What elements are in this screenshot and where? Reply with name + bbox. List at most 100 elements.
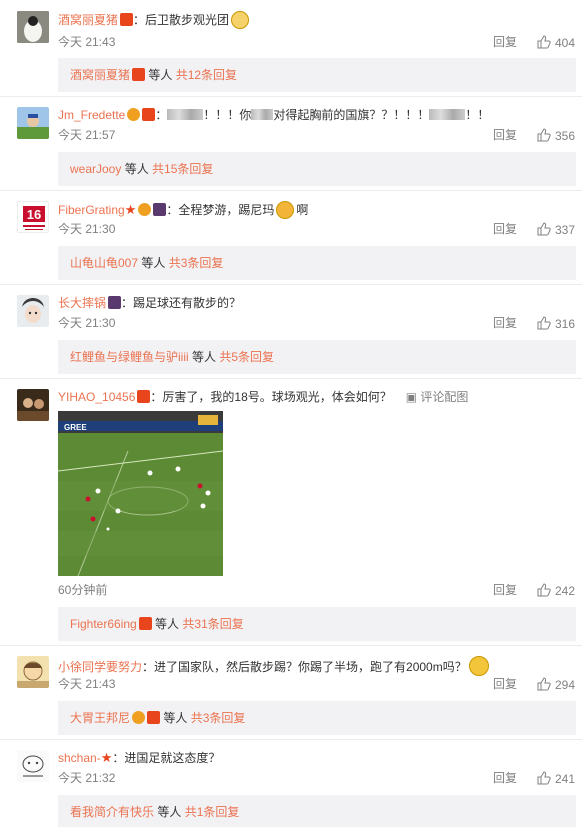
sub-reply-count[interactable]: 共3条回复 <box>169 256 224 270</box>
sub-reply-user[interactable]: 酒窝丽夏猪 <box>70 68 130 82</box>
username-link[interactable]: 长大摔锅 <box>58 296 106 310</box>
sub-replies-box[interactable]: wearJooy 等人 共15条回复 <box>58 152 576 186</box>
reply-button[interactable]: 回复 <box>493 128 517 142</box>
avatar[interactable] <box>17 107 49 139</box>
avatar-logo-text: 16 <box>27 207 41 222</box>
sub-replies-box[interactable]: 大胃王邦尼 等人 共3条回复 <box>58 701 576 735</box>
like-button[interactable]: 337 <box>537 222 575 237</box>
sub-reply-text: 等人 <box>121 162 153 176</box>
sub-reply-user[interactable]: wearJooy <box>70 162 121 176</box>
avatar[interactable] <box>17 295 49 327</box>
star-badge-icon: ★ <box>124 202 137 217</box>
sub-reply-text: 等人 <box>160 711 191 725</box>
thumbs-up-icon <box>537 771 551 785</box>
member-badge-icon <box>120 13 134 26</box>
like-button[interactable]: 316 <box>537 316 575 331</box>
sub-reply-count[interactable]: 共5条回复 <box>219 350 274 364</box>
divider <box>0 284 582 285</box>
username-link[interactable]: YIHAO_10456 <box>58 390 135 404</box>
member-badge-icon <box>138 617 152 630</box>
sub-reply-user[interactable]: Fighter66ing <box>70 617 137 631</box>
like-count: 242 <box>555 584 576 598</box>
sub-replies-box[interactable]: 酒窝丽夏猪 等人 共12条回复 <box>58 58 576 92</box>
sub-reply-user[interactable]: 大胃王邦尼 <box>70 711 130 725</box>
comment-line: FiberGrating★ ：全程梦游，踢尼玛 啊 <box>58 201 308 219</box>
censored-word <box>429 109 466 120</box>
sub-reply-count[interactable]: 共31条回复 <box>182 617 243 631</box>
member-badge-icon <box>132 68 146 81</box>
comment-text: ：进了国家队，然后散步踢？你踢了半场，跑了有2000m吗？ <box>142 660 467 674</box>
like-count: 316 <box>555 317 576 331</box>
avatar[interactable]: 16 <box>17 201 49 233</box>
reply-button[interactable]: 回复 <box>493 316 517 330</box>
reply-button[interactable]: 回复 <box>493 222 517 236</box>
comment-text-end: ！！ <box>465 108 490 122</box>
member-badge-icon <box>142 108 156 121</box>
like-button[interactable]: 242 <box>537 583 575 598</box>
comment-line: 小徐同学要努力：进了国家队，然后散步踢？你踢了半场，跑了有2000m吗？ <box>58 656 491 676</box>
smile-emoji-icon <box>468 656 489 676</box>
thumbs-up-icon <box>537 677 551 691</box>
avatar[interactable] <box>17 750 49 782</box>
comment-picture-link[interactable]: ▣ 评论配图 <box>406 390 469 404</box>
like-button[interactable]: 404 <box>537 35 575 50</box>
avatar[interactable] <box>17 11 49 43</box>
username-link[interactable]: 酒窝丽夏猪 <box>58 13 118 27</box>
sub-replies-box[interactable]: 山龟山龟007 等人 共3条回复 <box>58 246 576 280</box>
like-button[interactable]: 294 <box>537 677 575 692</box>
star-badge-icon: ★ <box>100 750 113 765</box>
sub-reply-count[interactable]: 共12条回复 <box>176 68 237 82</box>
comment-text-pre: ： <box>155 108 168 122</box>
divider <box>0 378 582 379</box>
like-button[interactable]: 241 <box>537 771 575 786</box>
comment-text: ：踢足球还有散步的？ <box>121 296 242 310</box>
sub-reply-count[interactable]: 共15条回复 <box>152 162 213 176</box>
username-link[interactable]: shchan- <box>58 751 101 765</box>
comment-image[interactable]: GREE <box>58 411 223 576</box>
avatar[interactable] <box>17 656 49 688</box>
reply-button[interactable]: 回复 <box>493 771 517 785</box>
reply-button[interactable]: 回复 <box>493 35 517 49</box>
thumbs-up-icon <box>537 222 551 236</box>
reply-button[interactable]: 回复 <box>493 677 517 691</box>
username-link[interactable]: Jm_Fredette <box>58 108 125 122</box>
sub-reply-user[interactable]: 山龟山龟007 <box>70 256 138 270</box>
thumbs-up-icon <box>537 128 551 142</box>
username-link[interactable]: FiberGrating <box>58 203 125 217</box>
sub-reply-count[interactable]: 共3条回复 <box>191 711 246 725</box>
member-badge-icon <box>147 711 161 724</box>
comment-text: ：全程梦游，踢尼玛 <box>166 203 275 217</box>
sub-reply-count[interactable]: 共1条回复 <box>185 805 240 819</box>
level-badge-icon <box>153 203 167 216</box>
avatar[interactable] <box>17 389 49 421</box>
comment-text-mid2: 对得起胸前的国旗？？！！！ <box>273 108 430 122</box>
sub-replies-box[interactable]: Fighter66ing 等人 共31条回复 <box>58 607 576 641</box>
like-count: 241 <box>555 772 576 786</box>
sub-reply-user[interactable]: 看我简介有快乐 <box>70 805 154 819</box>
comment-time: 今天 21:43 <box>58 35 116 49</box>
censored-word <box>251 109 274 120</box>
sub-replies-box[interactable]: 红鲤鱼与绿鲤鱼与驴iiii 等人 共5条回复 <box>58 340 576 374</box>
reply-button[interactable]: 回复 <box>493 583 517 597</box>
level-badge-icon <box>108 296 122 309</box>
comment-time: 今天 21:30 <box>58 222 116 236</box>
comment-text: ：厉害了，我的18号。球场观光，体会如何？ <box>150 390 392 404</box>
username-link[interactable]: 小徐同学要努力 <box>58 660 142 674</box>
comment-line: shchan-★：进国足就这态度？ <box>58 750 220 766</box>
divider <box>0 96 582 97</box>
thumbs-up-icon <box>537 316 551 330</box>
comment-text: ：进国足就这态度？ <box>112 751 221 765</box>
angry-emoji-icon <box>276 201 295 219</box>
sub-reply-user[interactable]: 红鲤鱼与绿鲤鱼与驴iiii <box>70 350 189 364</box>
censored-word <box>167 109 204 120</box>
sub-reply-text: 等人 <box>188 350 220 364</box>
fan-badge-icon <box>127 108 141 121</box>
divider <box>0 645 582 646</box>
comment-line: 酒窝丽夏猪 ：后卫散步观光团 <box>58 11 251 29</box>
comment-time: 今天 21:43 <box>58 677 116 691</box>
like-button[interactable]: 356 <box>537 128 575 143</box>
sub-replies-box[interactable]: 看我简介有快乐 等人 共1条回复 <box>58 795 576 827</box>
comment-time: 今天 21:32 <box>58 771 116 785</box>
comment-text-end: 啊 <box>296 203 309 217</box>
like-count: 356 <box>555 129 576 143</box>
